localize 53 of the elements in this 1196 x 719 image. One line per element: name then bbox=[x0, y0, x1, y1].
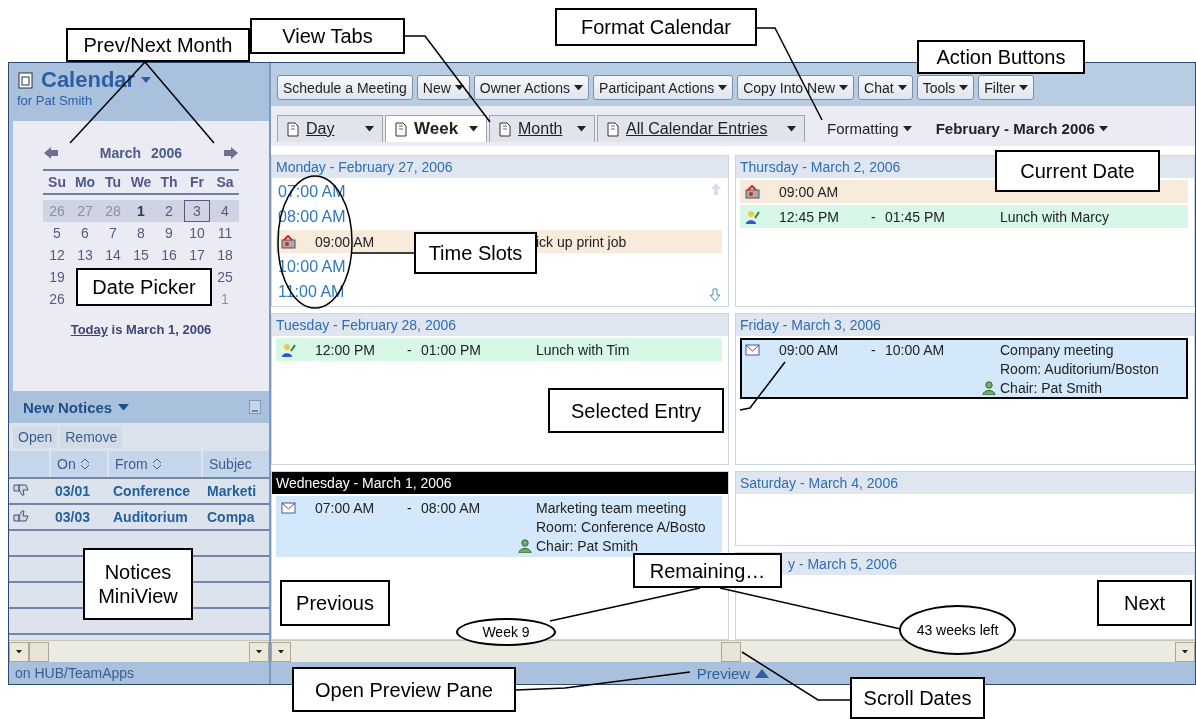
table-cell-text: Marketi bbox=[206, 483, 257, 499]
start-time: 12:45 PM bbox=[779, 208, 840, 225]
annotation-tooltip: Selected Entry bbox=[548, 388, 724, 433]
annotation-tooltip: Remaining… bbox=[633, 553, 782, 588]
entry-chair: Chair: Pat Smith bbox=[536, 537, 639, 554]
month-label: March 2006 bbox=[99, 145, 183, 161]
start-time: 09:00 AM bbox=[779, 341, 840, 358]
today-text: Today is March 1, 2006 bbox=[70, 322, 212, 337]
weekday-label: Su bbox=[47, 174, 67, 190]
owner-label: for Pat Smith bbox=[17, 93, 94, 108]
annotation-tooltip: Previous bbox=[280, 580, 390, 626]
weekday-label: Mo bbox=[73, 174, 97, 190]
annotation-tooltip: Action Buttons bbox=[917, 40, 1085, 74]
annotation-tooltip: Date Picker bbox=[76, 268, 212, 306]
weekday-label: Tu bbox=[103, 174, 123, 190]
start-time: 07:00 AM bbox=[315, 499, 376, 516]
time-separator: - bbox=[871, 341, 877, 358]
annotation-tooltip: Time Slots bbox=[414, 232, 537, 274]
end-time: 01:00 PM bbox=[421, 341, 482, 358]
start-time: 12:00 PM bbox=[315, 341, 376, 358]
table-cell-text: 03/01 bbox=[54, 483, 91, 499]
entry-title: Lunch with Tim bbox=[536, 341, 631, 358]
annotation-tooltip: Current Date bbox=[995, 150, 1160, 192]
entry-room: Room: Conference A/Bosto bbox=[536, 518, 707, 535]
entry-title: Lunch with Marcy bbox=[1000, 208, 1110, 225]
weekday-label: Sa bbox=[215, 174, 235, 190]
annotation-tooltip: Next bbox=[1097, 580, 1192, 626]
entry-title: ick up print job bbox=[536, 233, 628, 250]
annotation-tooltip: View Tabs bbox=[250, 18, 405, 54]
annotation-tooltip: Scroll Dates bbox=[850, 677, 985, 719]
weekday-label: Fr bbox=[189, 174, 205, 190]
time-separator: - bbox=[871, 208, 877, 225]
annotation-tooltip: Notices MiniView bbox=[83, 548, 193, 620]
end-time: 08:00 AM bbox=[421, 499, 482, 516]
time-separator: - bbox=[407, 341, 413, 358]
entry-title: Marketing team meeting bbox=[536, 499, 688, 516]
entry-chair: Chair: Pat Smith bbox=[1000, 379, 1103, 396]
end-time: 10:00 AM bbox=[885, 341, 946, 358]
table-cell-text: Compa bbox=[206, 509, 255, 525]
annotation-tooltip: Format Calendar bbox=[555, 8, 757, 46]
entry-title: Company meeting bbox=[1000, 341, 1115, 358]
annotation-tooltip: Open Preview Pane bbox=[292, 667, 516, 712]
start-time: 09:00 AM bbox=[779, 183, 840, 200]
start-time: 09:00 AM bbox=[315, 233, 376, 250]
entry-room: Room: Auditorium/Boston bbox=[1000, 360, 1160, 377]
table-cell-text: Conference bbox=[112, 483, 191, 499]
annotation-tooltip: Prev/Next Month bbox=[66, 28, 250, 62]
end-time: 01:45 PM bbox=[885, 208, 946, 225]
table-cell-text: Auditorium bbox=[112, 509, 188, 525]
time-separator: - bbox=[407, 499, 413, 516]
table-cell-text: 03/03 bbox=[54, 509, 91, 525]
weekday-label: Th bbox=[159, 174, 179, 190]
weekday-label: We bbox=[129, 174, 153, 190]
